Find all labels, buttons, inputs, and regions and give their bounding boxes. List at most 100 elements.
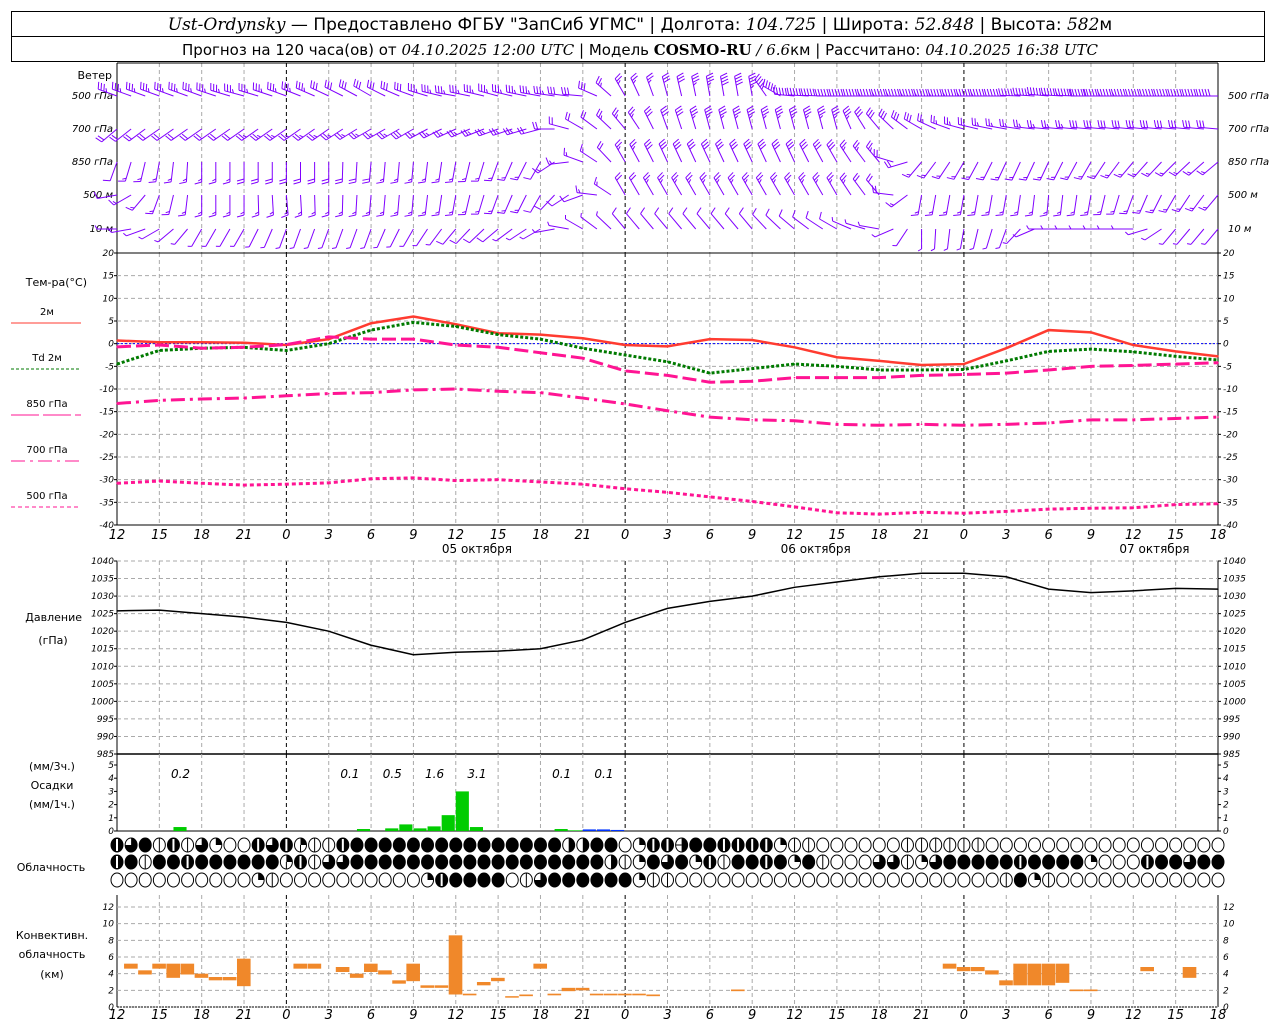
time-tick-label: 9	[409, 528, 417, 543]
cloud-fill	[238, 855, 251, 869]
wind-barb-staff	[1128, 228, 1148, 236]
wind-barb-feather	[1026, 225, 1030, 230]
convective-ytick-label: 4	[1223, 970, 1229, 980]
cloud-gap	[116, 856, 118, 868]
time-tick-label: 6	[706, 1008, 714, 1023]
wind-barb-staff	[596, 214, 612, 230]
wind-barb-feather	[803, 105, 810, 111]
wind-barb	[154, 228, 174, 243]
wind-barb-feather	[561, 87, 564, 95]
pressure-point	[539, 648, 542, 650]
cloud-fill	[1090, 855, 1097, 862]
wind-barb-feather	[1103, 120, 1106, 128]
cloud-fill	[619, 873, 632, 887]
wind-barb-feather	[706, 115, 711, 119]
cloud-fill	[520, 855, 533, 869]
wind-barb-feather	[436, 240, 444, 245]
temperature-point	[624, 354, 626, 356]
wind-barb-staff	[1204, 228, 1219, 245]
temperature-point	[793, 419, 796, 422]
wind-barb-feather	[1127, 88, 1131, 97]
wind-barb-feather	[1066, 214, 1075, 217]
wind-barb-feather	[355, 80, 359, 88]
wind-barb-feather	[563, 87, 567, 95]
wind-barb	[208, 162, 217, 185]
pressure-point	[963, 572, 965, 574]
cloud-symbol	[576, 854, 590, 870]
wind-barb-feather	[917, 113, 920, 121]
cloud-circle	[985, 872, 999, 888]
wind-barb	[658, 138, 668, 163]
temperature-point	[1217, 361, 1219, 364]
wind-barb	[148, 161, 160, 183]
wind-barb	[625, 207, 640, 230]
wind-barb-feather	[950, 88, 954, 97]
pressure-point	[455, 651, 457, 653]
wind-barb	[741, 172, 753, 196]
wind-barb	[1068, 225, 1091, 230]
cloud-symbol	[731, 872, 745, 888]
wind-barb	[817, 105, 826, 130]
time-tick-label: 15	[151, 1008, 168, 1023]
convective-bar	[392, 980, 406, 984]
wind-barb-feather	[1172, 243, 1178, 245]
wind-barb	[718, 105, 727, 130]
wind-barb-feather	[505, 84, 508, 92]
precip-3h-total: 1.6	[425, 767, 444, 781]
cloud-symbol	[265, 854, 279, 870]
wind-barb-feather	[1024, 214, 1033, 217]
wind-barb	[111, 81, 132, 97]
cloud-gap	[1019, 856, 1022, 868]
wind-barb-feather	[348, 181, 356, 185]
cloud-symbol	[745, 872, 759, 888]
wind-barb-staff	[1144, 228, 1162, 241]
cloud-symbol	[1140, 872, 1154, 888]
temperature-point	[497, 346, 499, 349]
wind-barb-feather	[889, 203, 895, 206]
cloud-symbol	[364, 837, 378, 853]
wind-barb-feather	[449, 239, 457, 244]
cloud-circle	[1112, 872, 1126, 888]
cloud-circle	[816, 872, 830, 888]
cloud-circle	[971, 872, 985, 888]
wind-barb-feather	[617, 80, 621, 85]
cloud-fill	[379, 838, 392, 852]
cloud-symbol	[675, 872, 689, 888]
temperature-point	[1090, 507, 1092, 510]
wind-barb-feather	[803, 88, 807, 96]
wind-barb-staff	[341, 161, 344, 183]
provider: — Предоставлено ФГБУ "ЗапСиб УГМС"	[291, 15, 644, 35]
temperature-point	[1047, 422, 1050, 424]
wind-barb-feather	[817, 105, 825, 111]
wind-barb-feather	[547, 86, 550, 94]
convective-bar	[603, 993, 618, 996]
wind-barb-feather	[105, 88, 108, 93]
time-tick-label: 15	[490, 528, 507, 543]
cloud-symbol	[181, 872, 195, 888]
wind-barb	[523, 161, 541, 180]
sep: |	[579, 41, 589, 59]
wind-barb-feather	[1083, 120, 1086, 128]
cloud-symbol	[1056, 854, 1070, 870]
cloud-symbol	[999, 872, 1013, 888]
pressure-point	[285, 621, 287, 624]
wind-barb-feather	[1091, 88, 1095, 97]
cloud-circle	[717, 872, 731, 888]
wind-barb-feather	[1176, 88, 1180, 97]
wind-barb-feather	[615, 114, 619, 119]
cloud-fill	[300, 838, 307, 845]
cloud-symbol	[844, 854, 858, 870]
cloud-fill	[605, 873, 618, 887]
time-tick-label: 18	[193, 528, 210, 543]
wind-barb	[715, 138, 725, 163]
cloud-fill	[548, 838, 561, 852]
time-tick-label: 12	[109, 1008, 126, 1023]
cloud-circle	[1183, 872, 1197, 888]
temperature-point	[1090, 331, 1092, 334]
cloud-symbol	[590, 872, 604, 888]
convective-bar	[364, 963, 378, 972]
wind-barb-feather	[240, 211, 245, 215]
wind-barb	[995, 194, 1007, 216]
wind-barb-feather	[440, 86, 443, 94]
wind-barb-feather	[765, 80, 768, 88]
